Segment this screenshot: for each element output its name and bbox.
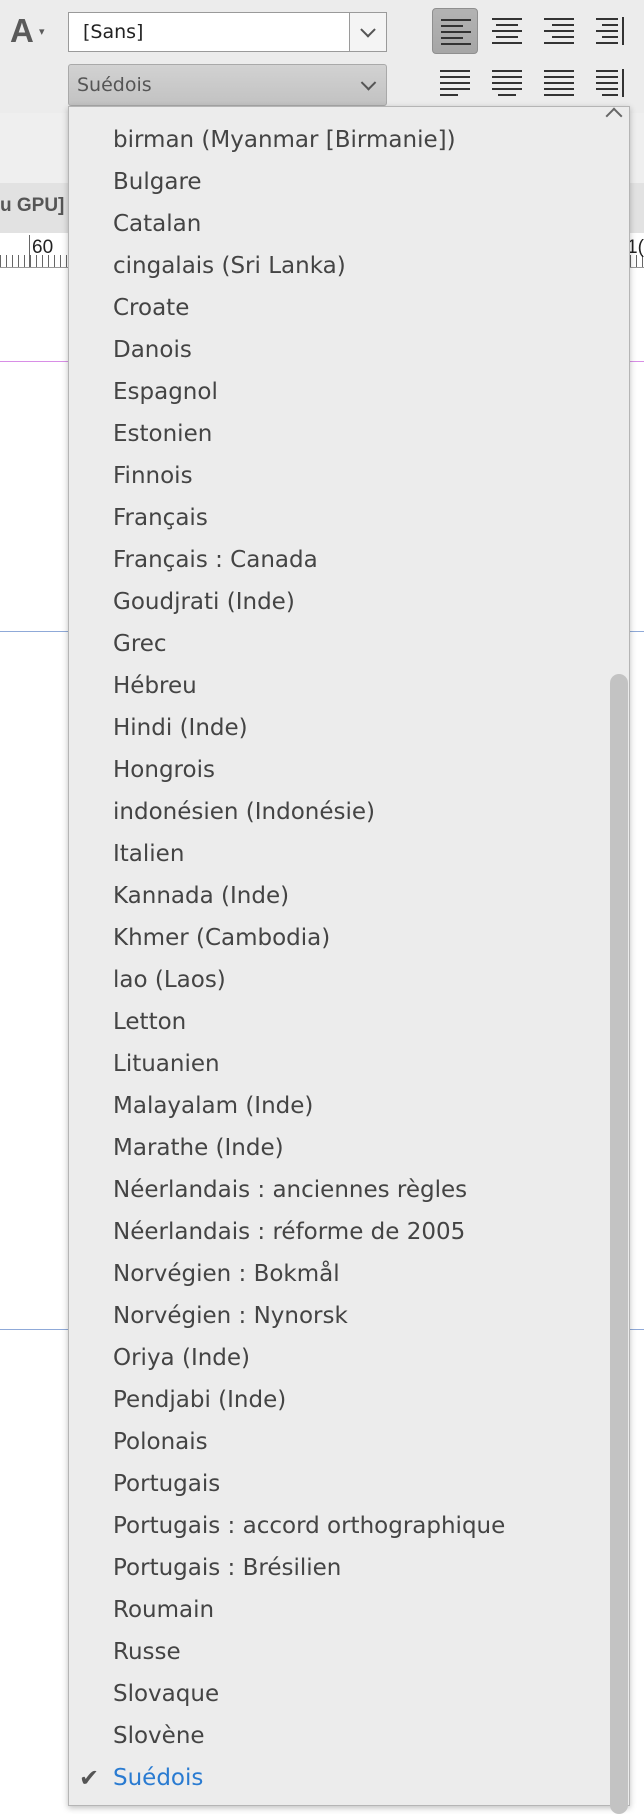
align-towards-spine-button[interactable] <box>588 8 628 54</box>
language-option[interactable]: Bulgare <box>113 161 202 203</box>
language-option[interactable]: Letton <box>113 1001 186 1043</box>
align-towards-spine-icon <box>596 17 624 45</box>
language-option[interactable]: Norvégien : Nynorsk <box>113 1295 348 1337</box>
language-option[interactable]: Goudjrati (Inde) <box>113 581 295 623</box>
language-option[interactable]: Portugais : accord orthographique <box>113 1505 505 1547</box>
language-option[interactable]: Portugais <box>113 1463 220 1505</box>
language-option[interactable]: Pendjabi (Inde) <box>113 1379 286 1421</box>
language-option[interactable]: Estonien <box>113 413 212 455</box>
justify-center-button[interactable] <box>484 60 530 106</box>
language-option[interactable]: indonésien (Indonésie) <box>113 791 375 833</box>
language-option[interactable]: Danois <box>113 329 192 371</box>
language-option[interactable]: Slovaque <box>113 1673 219 1715</box>
language-option[interactable]: Hébreu <box>113 665 197 707</box>
language-option[interactable]: Roumain <box>113 1589 214 1631</box>
language-option[interactable]: Hongrois <box>113 749 215 791</box>
language-option[interactable]: birman (Myanmar [Birmanie]) <box>113 119 456 161</box>
ruler-major-tick <box>29 235 30 267</box>
checkmark-icon: ✔ <box>79 1764 100 1792</box>
scrollbar-thumb[interactable] <box>610 674 628 1814</box>
language-option[interactable]: Espagnol <box>113 371 218 413</box>
justify-away-spine-icon <box>596 69 624 97</box>
language-option[interactable]: Kannada (Inde) <box>113 875 289 917</box>
justify-left-icon <box>440 70 470 96</box>
language-option[interactable]: Croate <box>113 287 189 329</box>
font-style-dropdown-button[interactable] <box>350 12 387 52</box>
language-option[interactable]: Khmer (Cambodia) <box>113 917 330 959</box>
scroll-up-icon[interactable] <box>605 107 623 125</box>
document-window-title: u GPU] <box>0 195 65 216</box>
justify-left-button[interactable] <box>432 60 478 106</box>
language-select[interactable]: Suédois <box>68 64 387 106</box>
language-option[interactable]: Finnois <box>113 455 193 497</box>
language-select-value: Suédois <box>77 74 152 96</box>
language-option[interactable]: Portugais : Brésilien <box>113 1547 341 1589</box>
language-option[interactable]: lao (Laos) <box>113 959 226 1001</box>
language-option[interactable]: Français <box>113 497 208 539</box>
language-option[interactable]: Français : Canada <box>113 539 318 581</box>
justify-center-icon <box>492 70 522 96</box>
chevron-down-icon <box>360 75 377 91</box>
language-dropdown-list: birman (Myanmar [Birmanie]) Bulgare Catala… <box>68 106 630 1814</box>
language-option-selected[interactable]: Suédois <box>113 1757 203 1799</box>
language-option[interactable]: Polonais <box>113 1421 208 1463</box>
language-option[interactable]: Lituanien <box>113 1043 220 1085</box>
chevron-down-icon <box>360 22 376 38</box>
language-option[interactable]: Oriya (Inde) <box>113 1337 250 1379</box>
control-toolbar: A ▾ [Sans] Suédois <box>0 0 644 114</box>
justify-away-spine-button[interactable] <box>588 60 628 106</box>
language-option[interactable]: Slovène <box>113 1715 205 1757</box>
character-formatting-icon[interactable]: A <box>10 12 34 50</box>
justify-all-button[interactable] <box>536 60 582 106</box>
justify-all-icon <box>544 70 574 96</box>
language-option[interactable]: Néerlandais : réforme de 2005 <box>113 1211 465 1253</box>
align-center-icon <box>492 18 522 44</box>
language-option[interactable]: Néerlandais : anciennes règles <box>113 1169 467 1211</box>
align-left-icon <box>441 19 471 45</box>
language-option[interactable]: cingalais (Sri Lanka) <box>113 245 346 287</box>
align-right-button[interactable] <box>536 8 582 54</box>
language-option[interactable]: Russe <box>113 1631 181 1673</box>
character-formatting-arrow-icon: ▾ <box>39 25 45 38</box>
language-option[interactable]: Catalan <box>113 203 201 245</box>
ruler-label: 60 <box>32 237 54 258</box>
language-option[interactable]: Malayalam (Inde) <box>113 1085 313 1127</box>
language-option[interactable]: Marathe (Inde) <box>113 1127 284 1169</box>
language-option[interactable]: Hindi (Inde) <box>113 707 248 749</box>
align-center-button[interactable] <box>484 8 530 54</box>
align-right-icon <box>544 18 574 44</box>
language-option[interactable]: Grec <box>113 623 167 665</box>
align-left-button[interactable] <box>432 8 478 54</box>
language-option[interactable]: Norvégien : Bokmål <box>113 1253 340 1295</box>
font-style-field[interactable]: [Sans] <box>68 12 350 52</box>
language-option[interactable]: Italien <box>113 833 184 875</box>
